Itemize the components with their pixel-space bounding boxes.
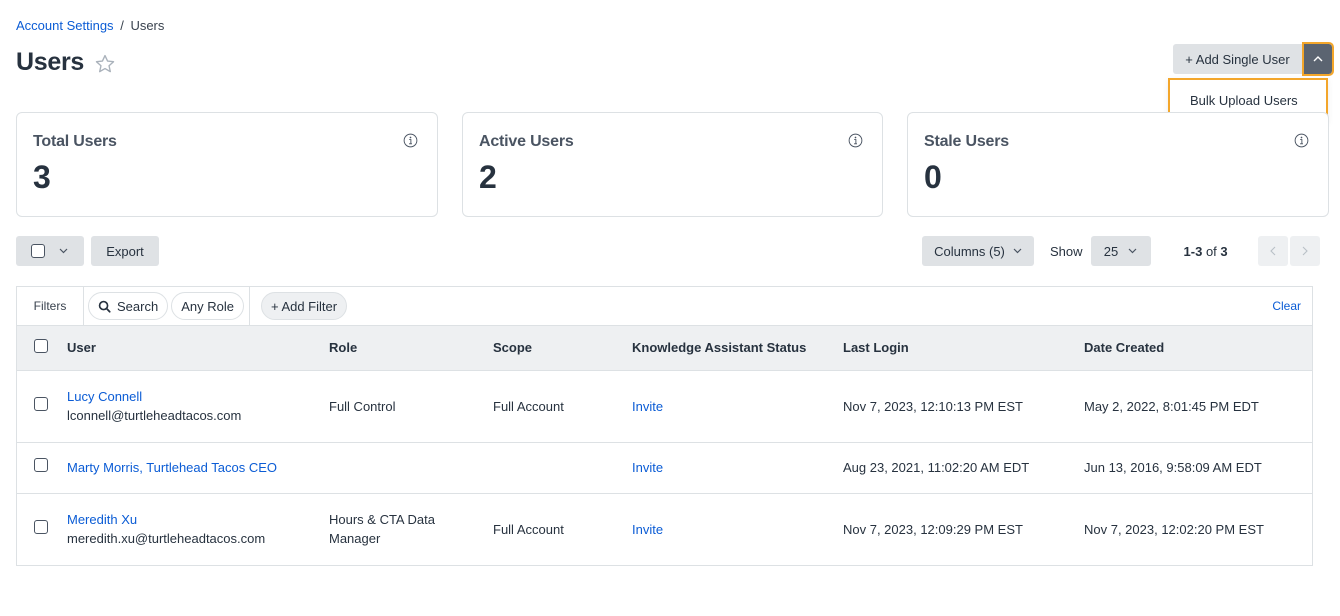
- user-scope: Full Account: [493, 521, 564, 537]
- users-table-container: Filters Search Any Role + Add Filter Cle…: [16, 286, 1313, 566]
- row-checkbox[interactable]: [34, 396, 48, 411]
- row-checkbox[interactable]: [34, 458, 48, 472]
- search-icon: [98, 300, 111, 313]
- clear-filters-link[interactable]: Clear: [1272, 299, 1301, 313]
- bulk-upload-users-label: Bulk Upload Users: [1190, 92, 1298, 108]
- column-header-date-created[interactable]: Date Created: [1084, 326, 1312, 370]
- stats-cards: Total Users 3 Active Users 2 Stale Users…: [16, 112, 1329, 217]
- last-login: Nov 7, 2023, 12:10:13 PM EST: [843, 398, 1023, 414]
- header-checkbox[interactable]: [34, 339, 48, 354]
- card-title: Stale Users: [924, 133, 1009, 150]
- card-value: 0: [924, 159, 942, 195]
- of-text: of: [1205, 243, 1217, 259]
- filters-label: Filters: [17, 287, 84, 325]
- search-filter[interactable]: Search: [88, 292, 169, 320]
- column-header-scope[interactable]: Scope: [493, 326, 632, 370]
- invite-link[interactable]: Invite: [632, 460, 663, 475]
- breadcrumb-account-settings-link[interactable]: Account Settings: [16, 18, 114, 33]
- user-role: Hours & CTA Data Manager: [329, 512, 435, 547]
- add-filter-button[interactable]: + Add Filter: [260, 292, 348, 320]
- table-row: Lucy Connell lconnell@turtleheadtacos.com…: [17, 370, 1312, 442]
- column-header-ka-status[interactable]: Knowledge Assistant Status: [632, 326, 843, 370]
- add-single-user-button[interactable]: + Add Single User: [1173, 44, 1302, 74]
- chevron-up-icon: [1313, 56, 1323, 62]
- show-label: Show: [1050, 243, 1083, 259]
- user-scope: [493, 442, 632, 493]
- chevron-left-icon: [1269, 246, 1275, 256]
- user-role: Full Control: [329, 398, 396, 414]
- total-count: 3: [1220, 243, 1228, 259]
- filter-bar: Filters Search Any Role + Add Filter Cle…: [17, 287, 1312, 326]
- page-range: 1-3: [1183, 243, 1203, 259]
- column-header-role[interactable]: Role: [329, 326, 493, 370]
- card-value: 2: [479, 159, 497, 195]
- chevron-down-icon: [1013, 248, 1022, 254]
- star-icon[interactable]: [94, 53, 116, 75]
- table-row: Meredith Xu meredith.xu@turtleheadtacos.c…: [17, 493, 1312, 565]
- info-icon[interactable]: [1294, 133, 1309, 148]
- search-label: Search: [117, 298, 159, 314]
- page-header: Users: [16, 48, 116, 77]
- stale-users-card: Stale Users 0: [907, 112, 1329, 217]
- page-size-value: 25: [1103, 243, 1119, 259]
- date-created: May 2, 2022, 8:01:45 PM EDT: [1084, 398, 1259, 414]
- bulk-actions-toolbar: Export: [16, 236, 159, 266]
- page-size-select[interactable]: 25: [1090, 236, 1151, 266]
- pagination-summary: 1-3 of 3: [1184, 244, 1256, 259]
- info-icon[interactable]: [848, 133, 863, 148]
- breadcrumb: Account Settings / Users: [16, 18, 164, 33]
- card-title: Active Users: [479, 133, 574, 150]
- date-created: Jun 13, 2016, 9:58:09 AM EDT: [1084, 460, 1262, 475]
- card-value: 3: [33, 159, 51, 195]
- total-users-card: Total Users 3: [16, 112, 438, 217]
- last-login: Nov 7, 2023, 12:09:29 PM EST: [843, 521, 1023, 537]
- column-header-last-login[interactable]: Last Login: [843, 326, 1084, 370]
- date-created: Nov 7, 2023, 12:02:20 PM EST: [1084, 521, 1264, 537]
- user-role: [329, 442, 493, 493]
- user-scope: Full Account: [493, 398, 564, 414]
- next-page-button[interactable]: [1289, 236, 1320, 266]
- user-name-link[interactable]: Lucy Connell: [67, 389, 142, 404]
- select-all-dropdown[interactable]: [16, 236, 84, 266]
- table-controls: Columns (5) Show 25 1-3 of 3: [922, 236, 1320, 266]
- select-all-checkbox[interactable]: [31, 244, 45, 258]
- row-checkbox[interactable]: [34, 519, 48, 534]
- user-name-link[interactable]: Marty Morris, Turtlehead Tacos CEO: [67, 460, 277, 475]
- chevron-down-icon: [59, 248, 68, 254]
- user-email: meredith.xu@turtleheadtacos.com: [67, 531, 266, 547]
- columns-label: Columns (5): [934, 243, 1005, 259]
- breadcrumb-current: Users: [130, 18, 165, 33]
- table-row: Marty Morris, Turtlehead Tacos CEO Invit…: [17, 442, 1312, 493]
- previous-page-button[interactable]: [1257, 236, 1288, 266]
- role-filter[interactable]: Any Role: [171, 292, 244, 320]
- export-button[interactable]: Export: [91, 236, 159, 266]
- chevron-right-icon: [1302, 246, 1308, 256]
- column-header-user[interactable]: User: [67, 326, 329, 370]
- active-users-card: Active Users 2: [462, 112, 883, 217]
- page-title: Users: [16, 48, 84, 76]
- user-email: lconnell@turtleheadtacos.com: [67, 408, 242, 423]
- add-user-split-button: + Add Single User: [1173, 42, 1334, 76]
- invite-link[interactable]: Invite: [632, 522, 663, 537]
- columns-dropdown[interactable]: Columns (5): [922, 236, 1034, 266]
- breadcrumb-separator: /: [120, 18, 124, 33]
- users-table: User Role Scope Knowledge Assistant Stat…: [17, 326, 1312, 565]
- chevron-down-icon: [1128, 248, 1137, 254]
- pagination: [1257, 236, 1320, 266]
- filter-divider: [248, 287, 250, 325]
- info-icon[interactable]: [403, 133, 418, 148]
- user-name-link[interactable]: Meredith Xu: [67, 512, 137, 527]
- invite-link[interactable]: Invite: [632, 399, 663, 414]
- card-title: Total Users: [33, 133, 117, 150]
- table-header-row: User Role Scope Knowledge Assistant Stat…: [17, 326, 1312, 370]
- add-user-menu-toggle[interactable]: [1302, 42, 1334, 76]
- last-login: Aug 23, 2021, 11:02:20 AM EDT: [843, 460, 1030, 475]
